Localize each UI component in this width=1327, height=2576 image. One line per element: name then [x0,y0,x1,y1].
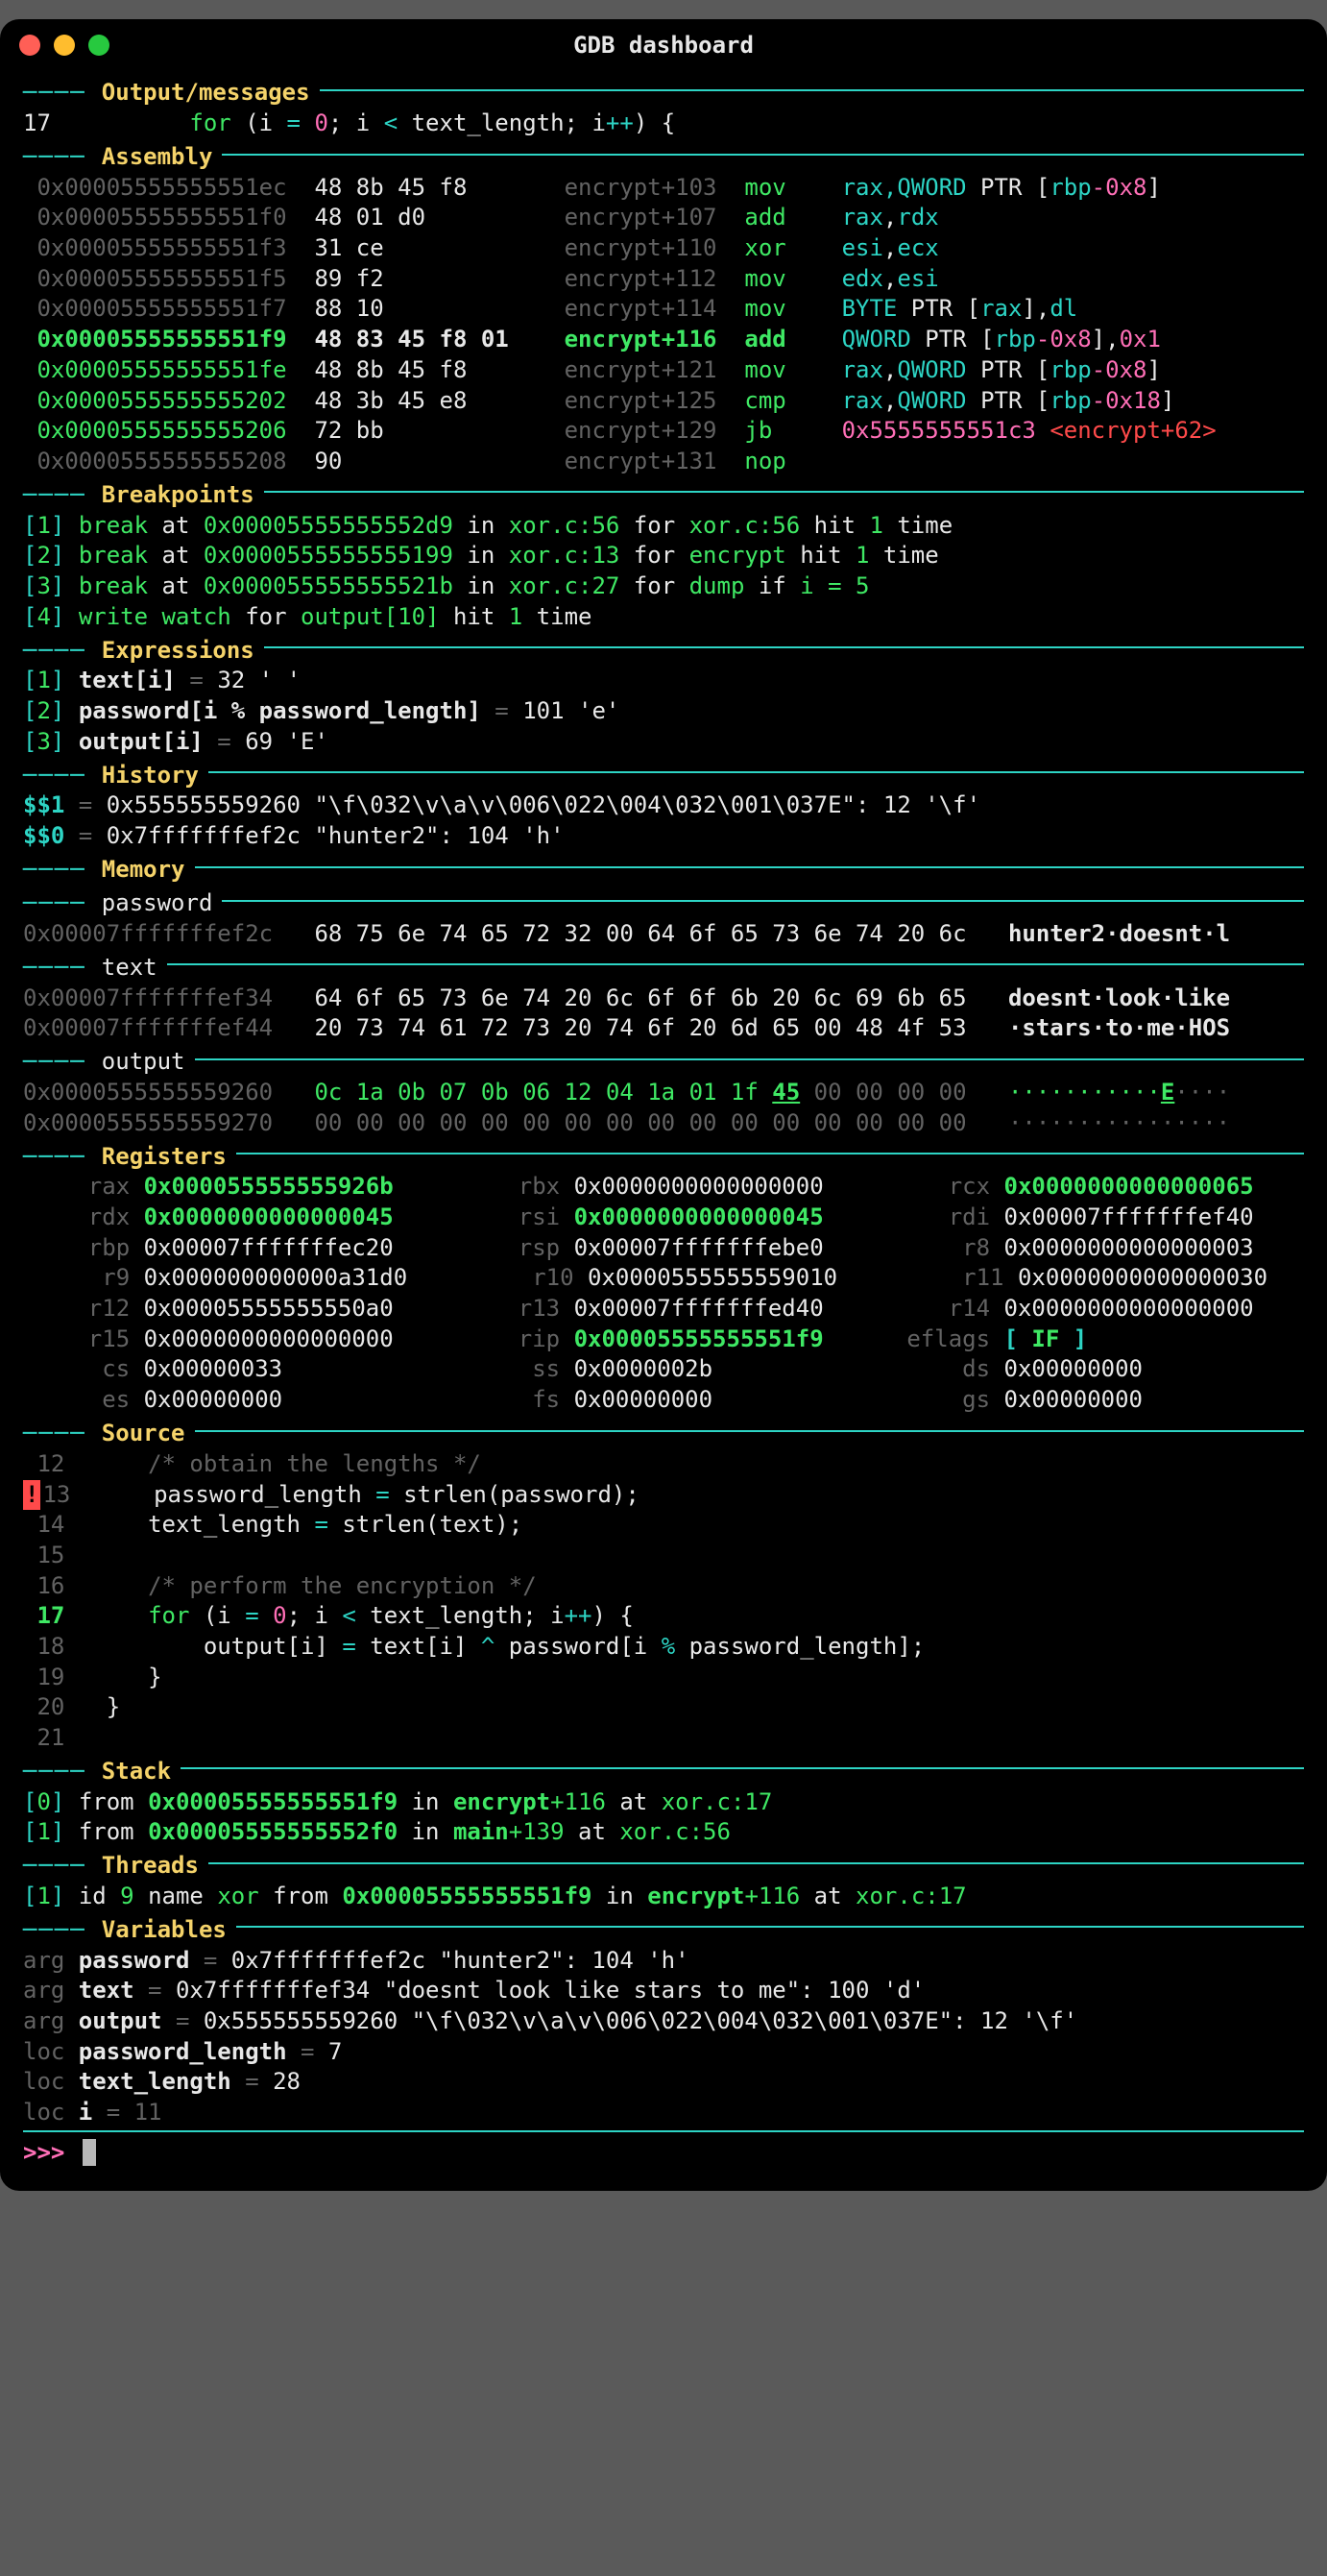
assembly-row: 0x0000555555555206 72 bb encrypt+129 jb … [23,416,1304,447]
assembly-row: 0x00005555555551ec 48 8b 45 f8 encrypt+1… [23,173,1304,204]
section-title: Expressions [92,636,264,667]
source-line: 14 text_length = strlen(text); [23,1510,1304,1541]
section-title: Variables [92,1915,236,1946]
source-line: 18 output[i] = text[i] ^ password[i % pa… [23,1632,1304,1663]
section-title: Registers [92,1142,236,1173]
section-header-breakpoints: ────Breakpoints [23,477,1304,511]
assembly-row: 0x00005555555551f7 88 10 encrypt+114 mov… [23,294,1304,325]
minimize-icon[interactable] [54,35,75,56]
assembly-row: 0x00005555555551fe 48 8b 45 f8 encrypt+1… [23,355,1304,386]
terminal-content[interactable]: ────Output/messages 17 for (i = 0; i < te… [0,71,1327,2191]
source-line: 12 /* obtain the lengths */ [23,1449,1304,1480]
assembly-row: 0x00005555555551f9 48 83 45 f8 01 encryp… [23,325,1304,355]
traffic-lights [19,35,109,56]
close-icon[interactable] [19,35,40,56]
section-header-variables: ────Variables [23,1912,1304,1946]
prompt[interactable]: >>> [23,2139,79,2166]
assembly-row: 0x00005555555551f0 48 01 d0 encrypt+107 … [23,203,1304,233]
section-header-history: ────History [23,757,1304,790]
section-title: Threads [92,1851,208,1882]
section-title: Memory [92,855,195,886]
terminal-window: GDB dashboard ────Output/messages 17 for … [0,19,1327,2191]
section-header-source: ────Source [23,1416,1304,1449]
source-line: 17 for (i = 0; i < text_length; i++) { [23,1601,1304,1632]
source-line: !13 password_length = strlen(password); [23,1480,1304,1511]
source-line: 20 } [23,1692,1304,1723]
titlebar: GDB dashboard [0,19,1327,71]
section-title: Assembly [92,142,223,173]
section-title: Breakpoints [92,480,264,511]
section-title: Source [92,1419,195,1449]
cursor-icon [83,2139,96,2166]
section-header-memory: ────Memory [23,852,1304,886]
section-title: History [92,761,208,791]
section-header-output: ────Output/messages [23,75,1304,109]
source-line: 16 /* perform the encryption */ [23,1571,1304,1602]
source-line: 15 [23,1541,1304,1571]
section-header-threads: ────Threads [23,1848,1304,1882]
section-header-assembly: ────Assembly [23,139,1304,173]
source-line: 19 } [23,1663,1304,1693]
window-title: GDB dashboard [0,32,1327,59]
assembly-row: 0x0000555555555202 48 3b 45 e8 encrypt+1… [23,386,1304,417]
section-header-expressions: ────Expressions [23,632,1304,666]
section-header-stack: ────Stack [23,1754,1304,1787]
maximize-icon[interactable] [88,35,109,56]
section-title: Output/messages [92,78,320,109]
source-line: 21 [23,1723,1304,1754]
section-title: Stack [92,1757,181,1787]
section-header-registers: ────Registers [23,1138,1304,1172]
assembly-row: 0x0000555555555208 90 encrypt+131 nop [23,447,1304,477]
assembly-row: 0x00005555555551f3 31 ce encrypt+110 xor… [23,233,1304,264]
assembly-row: 0x00005555555551f5 89 f2 encrypt+112 mov… [23,264,1304,295]
